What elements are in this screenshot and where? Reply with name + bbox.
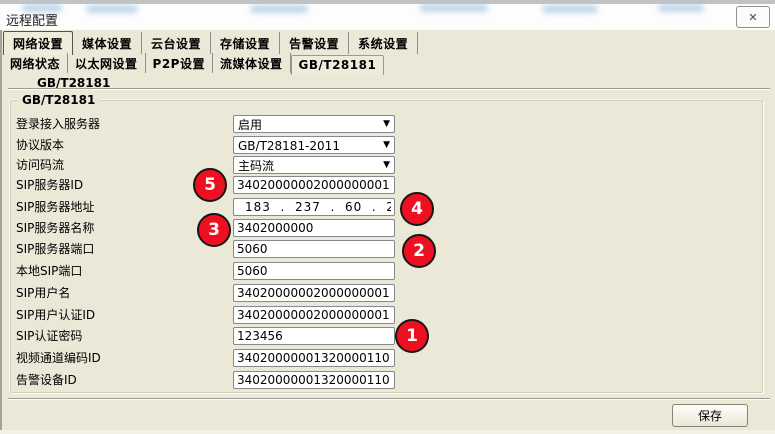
redaction-smudge [250, 5, 308, 13]
selected-value: GB/T28181-2011 [238, 138, 340, 154]
selected-value: 主码流 [238, 158, 274, 174]
selected-value: 启用 [238, 117, 262, 133]
redaction-smudge [420, 4, 488, 12]
tab-ethernet-settings[interactable]: 以太网设置 [68, 53, 146, 73]
sip-server-port-input[interactable] [233, 240, 395, 258]
callout-badge-2: 2 [402, 234, 436, 268]
close-button[interactable]: ✕ [736, 6, 770, 28]
video-channel-id-input[interactable] [233, 349, 395, 367]
sip-server-address-input[interactable] [233, 198, 395, 216]
field-label: SIP认证密码 [16, 327, 82, 345]
sip-auth-password-input[interactable] [233, 327, 395, 345]
tab-ptz-settings[interactable]: 云台设置 [142, 32, 211, 54]
callout-badge-5: 5 [193, 168, 227, 202]
chevron-down-icon: ▼ [383, 140, 390, 150]
tab-alarm-settings[interactable]: 告警设置 [280, 32, 349, 54]
field-label: 协议版本 [16, 136, 64, 154]
redaction-smudge [542, 5, 598, 13]
window-title: 远程配置 [6, 10, 58, 29]
sip-user-auth-id-input[interactable] [233, 306, 395, 324]
form-row: 协议版本 GB/T28181-2011 ▼ [0, 136, 775, 154]
form-row: SIP服务器地址 [0, 198, 775, 216]
tab-network-settings[interactable]: 网络设置 [3, 31, 73, 55]
save-button[interactable]: 保存 [672, 404, 748, 427]
tab-media-settings[interactable]: 媒体设置 [73, 32, 142, 54]
form-row: 访问码流 主码流 ▼ [0, 156, 775, 174]
access-stream-select[interactable]: 主码流 ▼ [233, 156, 395, 174]
field-label: 登录接入服务器 [16, 115, 100, 133]
field-label: SIP用户认证ID [16, 306, 95, 324]
field-label: 本地SIP端口 [16, 262, 82, 280]
field-label: SIP服务器名称 [16, 219, 94, 237]
chevron-down-icon: ▼ [383, 119, 390, 129]
form-row: 告警设备ID [0, 371, 775, 389]
titlebar: 远程配置 ✕ [0, 4, 775, 30]
field-label: SIP服务器端口 [16, 240, 94, 258]
form-row: SIP用户名 [0, 284, 775, 302]
redaction-smudge [658, 4, 704, 12]
redaction-smudge [86, 5, 138, 13]
tab-system-settings[interactable]: 系统设置 [349, 32, 418, 54]
callout-badge-4: 4 [400, 192, 434, 226]
tab-p2p-settings[interactable]: P2P设置 [146, 53, 213, 73]
form-row: SIP服务器端口 [0, 240, 775, 258]
form-row: 本地SIP端口 [0, 262, 775, 280]
tab-gbt28181[interactable]: GB/T28181 [291, 55, 385, 75]
separator [8, 398, 770, 400]
save-button-label: 保存 [698, 407, 722, 424]
field-label: SIP用户名 [16, 284, 70, 302]
secondary-tab-bar: 网络状态 以太网设置 P2P设置 流媒体设置 GB/T28181 [3, 55, 384, 73]
separator [8, 88, 770, 90]
callout-badge-3: 3 [197, 213, 231, 247]
form-row: 视频通道编码ID [0, 349, 775, 367]
field-label: SIP服务器地址 [16, 198, 94, 216]
sip-server-id-input[interactable] [233, 176, 395, 194]
sip-server-name-input[interactable] [233, 219, 395, 237]
close-icon: ✕ [748, 11, 757, 24]
sip-username-input[interactable] [233, 284, 395, 302]
callout-badge-1: 1 [395, 319, 429, 353]
tab-stream-media-settings[interactable]: 流媒体设置 [213, 53, 291, 73]
protocol-version-select[interactable]: GB/T28181-2011 ▼ [233, 136, 395, 154]
alarm-device-id-input[interactable] [233, 371, 395, 389]
form-row: SIP服务器名称 [0, 219, 775, 237]
groupbox-title: GB/T28181 [18, 93, 99, 107]
login-access-server-select[interactable]: 启用 ▼ [233, 115, 395, 133]
primary-tab-bar: 网络设置 媒体设置 云台设置 存储设置 告警设置 系统设置 [3, 31, 418, 54]
remote-config-dialog: 远程配置 ✕ 网络设置 媒体设置 云台设置 存储设置 告警设置 系统设置 网络状… [0, 0, 775, 434]
tab-storage-settings[interactable]: 存储设置 [211, 32, 280, 54]
form-row: SIP用户认证ID [0, 306, 775, 324]
form-row: 登录接入服务器 启用 ▼ [0, 115, 775, 133]
local-sip-port-input[interactable] [233, 262, 395, 280]
outer-window-edge-bottom [0, 430, 775, 434]
field-label: 告警设备ID [16, 371, 77, 389]
field-label: 访问码流 [16, 156, 64, 174]
form-row: SIP认证密码 [0, 327, 775, 345]
tab-network-status[interactable]: 网络状态 [3, 53, 68, 73]
field-label: SIP服务器ID [16, 176, 83, 194]
form-row: SIP服务器ID [0, 176, 775, 194]
field-label: 视频通道编码ID [16, 349, 101, 367]
chevron-down-icon: ▼ [383, 160, 390, 170]
